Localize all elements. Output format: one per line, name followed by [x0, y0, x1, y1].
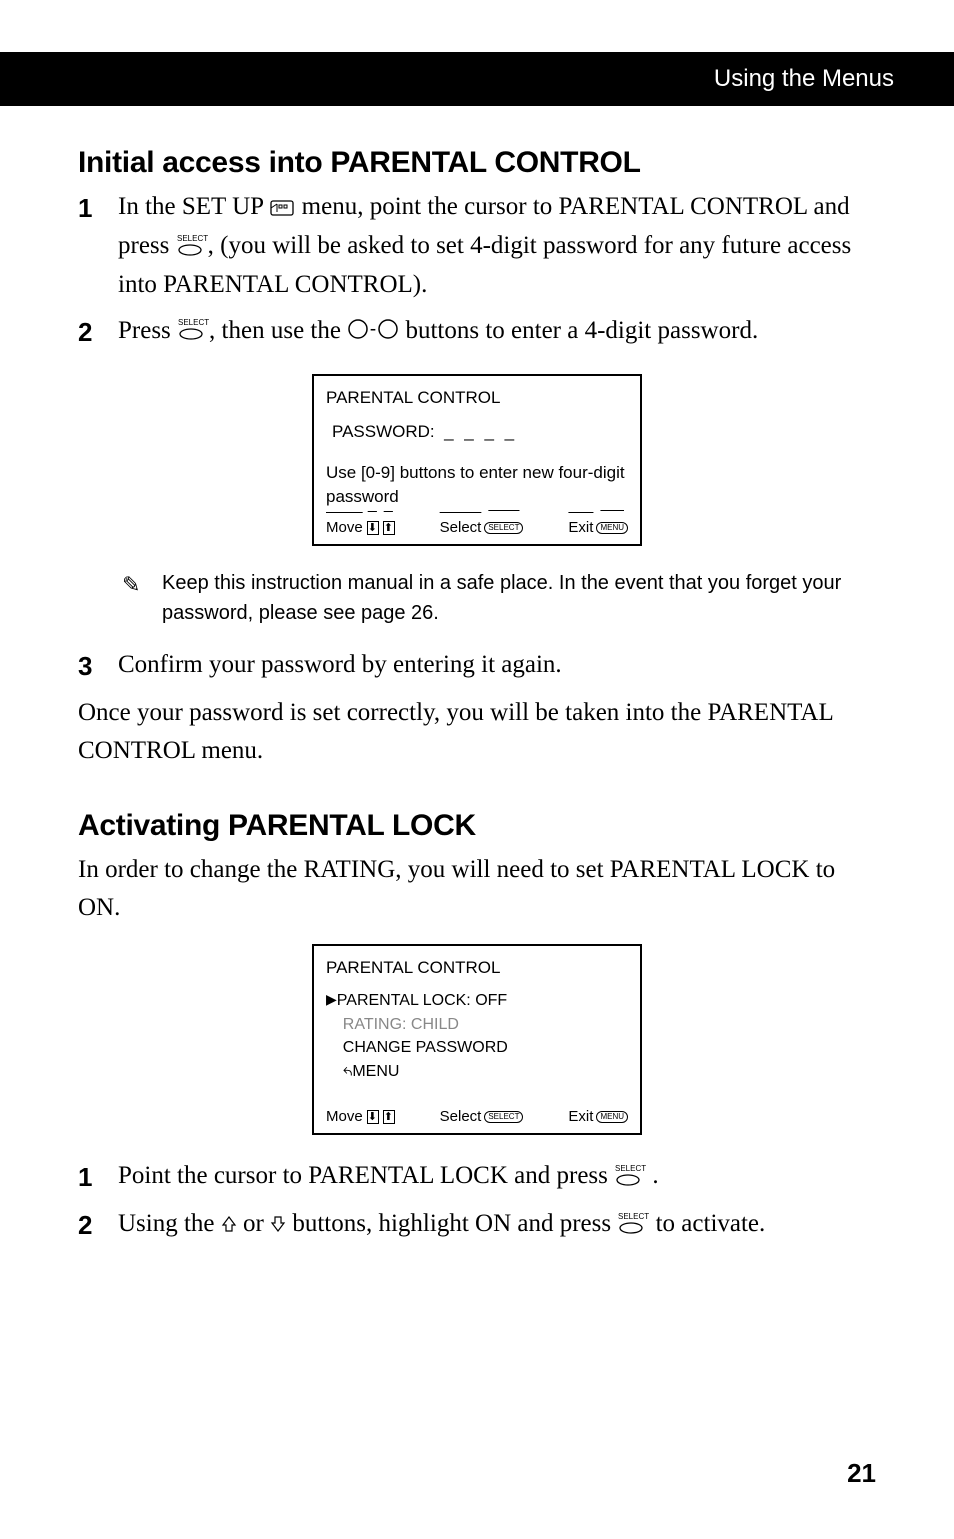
return-arrow-icon: ⤶: [343, 1060, 353, 1084]
svg-text:SELECT: SELECT: [615, 1164, 646, 1173]
step-body: Confirm your password by entering it aga…: [118, 646, 562, 684]
select-hint: SelectSELECT: [440, 517, 524, 538]
password-value: _ _ _ _: [444, 422, 517, 441]
dialog-title: PARENTAL CONTROL: [326, 956, 628, 980]
text: , (you will be asked to set 4-digit pass…: [118, 232, 851, 298]
select-oval-icon: SELECT: [484, 522, 523, 534]
menu-item-return: ▶⤶MENU: [332, 1060, 628, 1084]
password-label: PASSWORD:: [332, 422, 435, 441]
up-arrow-icon: ⬆: [383, 521, 395, 535]
step-number: 3: [78, 646, 118, 686]
parental-control-password-dialog: PARENTAL CONTROL PASSWORD: _ _ _ _ Use […: [312, 374, 642, 546]
parental-control-menu-dialog: PARENTAL CONTROL ▶PARENTAL LOCK: OFF ▶RA…: [312, 944, 642, 1135]
menu-item-change-password: ▶CHANGE PASSWORD: [332, 1037, 628, 1059]
item-label: MENU: [352, 1063, 399, 1080]
item-label: RATING: CHILD: [343, 1016, 459, 1033]
header-band: Using the Menus: [0, 52, 954, 106]
menu-item-rating: ▶RATING: CHILD: [332, 1014, 628, 1036]
menu-oval-icon: MENU: [596, 522, 628, 534]
svg-text:-: -: [370, 318, 376, 338]
text: or: [237, 1210, 270, 1237]
step-1-initial: 1 In the SET UP menu, point the cursor t…: [78, 188, 876, 304]
select-label: Select: [440, 1106, 482, 1127]
menu-oval-icon: MENU: [596, 1111, 628, 1123]
text: .: [646, 1162, 659, 1189]
digit-button-range-icon: -: [347, 313, 399, 351]
dialog-footer: Move ⬇ ⬆ SelectSELECT ExitMENU: [326, 1102, 628, 1127]
exit-hint: ExitMENU: [568, 1106, 628, 1127]
heading-activating: Activating PARENTAL LOCK: [78, 809, 876, 843]
dialog-title: PARENTAL CONTROL: [326, 386, 628, 410]
select-label: Select: [440, 517, 482, 538]
step-number: 1: [78, 1157, 118, 1197]
item-label: CHANGE PASSWORD: [343, 1039, 508, 1056]
cursor-triangle-icon: ▶: [326, 990, 337, 1010]
svg-text:SELECT: SELECT: [178, 318, 209, 327]
move-label: Move: [326, 517, 363, 538]
text: buttons to enter a 4-digit password.: [399, 317, 758, 344]
post-paragraph: Once your password is set correctly, you…: [78, 694, 876, 769]
page-number: 21: [847, 1458, 876, 1489]
note-text: Keep this instruction manual in a safe p…: [162, 568, 876, 628]
text: In the SET UP: [118, 193, 269, 220]
step-number: 1: [78, 188, 118, 228]
select-hint: SelectSELECT: [440, 1106, 524, 1127]
select-button-icon: SELECT: [614, 1159, 646, 1197]
move-label: Move: [326, 1106, 363, 1127]
step-1-activating: 1 Point the cursor to PARENTAL LOCK and …: [78, 1157, 876, 1197]
step-3-initial: 3 Confirm your password by entering it a…: [78, 646, 876, 686]
header-title: Using the Menus: [714, 65, 894, 93]
step-body: Point the cursor to PARENTAL LOCK and pr…: [118, 1157, 659, 1196]
up-arrow-icon: ⬆: [383, 1110, 395, 1124]
step-body: Using the or buttons, highlight ON and p…: [118, 1205, 765, 1244]
down-arrow-icon: ⬇: [367, 1110, 379, 1124]
step-number: 2: [78, 1205, 118, 1245]
select-label-text: SELECT: [177, 234, 208, 243]
text: Using the: [118, 1210, 221, 1237]
step-2-activating: 2 Using the or buttons, highlight ON and…: [78, 1205, 876, 1245]
item-label: PARENTAL LOCK: OFF: [337, 992, 507, 1009]
exit-label: Exit: [568, 517, 593, 538]
exit-hint: ExitMENU: [568, 517, 628, 538]
note-icon: ✎: [122, 568, 162, 628]
step-body: Press SELECT, then use the - buttons to …: [118, 312, 758, 351]
text: buttons, highlight ON and press: [286, 1210, 617, 1237]
note-block: ✎ Keep this instruction manual in a safe…: [122, 568, 876, 628]
password-row: PASSWORD: _ _ _ _: [332, 420, 628, 444]
step-2-initial: 2 Press SELECT, then use the - buttons t…: [78, 312, 876, 352]
move-hint: Move ⬇ ⬆: [326, 517, 395, 538]
text: , then use the: [209, 317, 347, 344]
dialog-hint: Use [0-9] buttons to enter new four-digi…: [326, 461, 628, 509]
dialog-footer: Move ⬇ ⬆ SelectSELECT ExitMENU: [326, 513, 628, 538]
move-hint: Move ⬇ ⬆: [326, 1106, 395, 1127]
select-button-icon: SELECT: [617, 1207, 649, 1245]
text: to activate.: [649, 1210, 765, 1237]
select-oval-icon: SELECT: [484, 1111, 523, 1123]
select-button-icon: SELECT: [176, 229, 208, 267]
down-arrow-outline-icon: [270, 1207, 286, 1245]
step-body: In the SET UP menu, point the cursor to …: [118, 188, 876, 304]
down-arrow-icon: ⬇: [367, 521, 379, 535]
step-number: 2: [78, 312, 118, 352]
up-arrow-outline-icon: [221, 1207, 237, 1245]
text: Point the cursor to PARENTAL LOCK and pr…: [118, 1162, 614, 1189]
text: Press: [118, 317, 177, 344]
select-button-icon: SELECT: [177, 313, 209, 351]
activating-intro: In order to change the RATING, you will …: [78, 851, 876, 926]
page-content: Initial access into PARENTAL CONTROL 1 I…: [0, 146, 954, 1246]
exit-label: Exit: [568, 1106, 593, 1127]
svg-text:SELECT: SELECT: [618, 1212, 649, 1221]
menu-item-parental-lock: ▶PARENTAL LOCK: OFF: [326, 990, 628, 1012]
heading-initial-access: Initial access into PARENTAL CONTROL: [78, 146, 876, 180]
setup-menu-icon: [269, 190, 295, 228]
